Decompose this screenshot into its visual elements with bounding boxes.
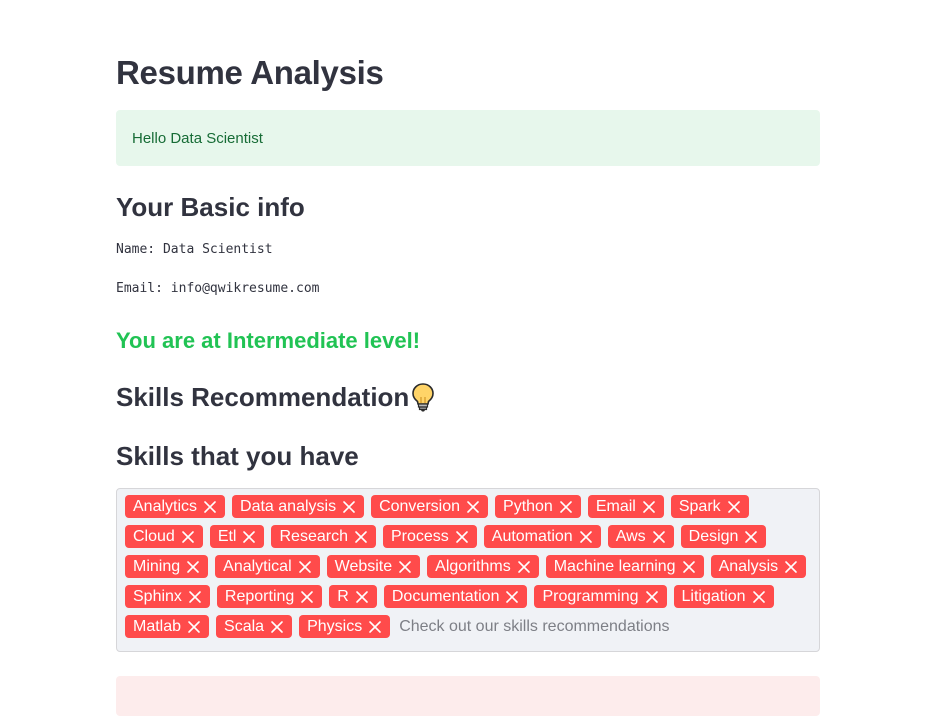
skill-tag-label: Matlab [133,617,182,635]
skill-tag-label: Website [334,557,393,575]
skill-tag: Programming [534,585,667,608]
skill-tag-label: Automation [491,527,573,545]
skill-tag-label: Spark [678,497,721,515]
skill-tag: Analytical [215,555,320,578]
remove-tag-icon[interactable] [187,620,201,634]
skill-tag-label: Etl [217,527,237,545]
skill-tag: Aws [607,525,674,548]
skill-tag: Research [271,525,376,548]
skill-tag-label: Machine learning [553,557,676,575]
skill-tag-label: Python [503,497,553,515]
skills-have-heading: Skills that you have [116,441,359,471]
remove-tag-icon[interactable] [642,500,656,514]
remove-tag-icon[interactable] [752,590,766,604]
remove-tag-icon[interactable] [181,530,195,544]
skills-recommendation-heading: Skills Recommendation [116,380,435,414]
error-alert [116,676,820,716]
remove-tag-icon[interactable] [354,530,368,544]
skill-tag-label: Scala [224,617,265,635]
skill-tag: Mining [125,555,209,578]
success-alert: Hello Data Scientist [116,110,820,166]
skill-tag-label: Process [390,527,449,545]
skill-tag-label: Litigation [681,587,746,605]
skills-multiselect[interactable]: Analytics Data analysis Conversion Python Em… [116,488,820,652]
skill-tag: Python [495,495,581,518]
skill-tag: Process [382,525,477,548]
skill-tag: R [329,585,377,608]
remove-tag-icon[interactable] [466,500,480,514]
remove-tag-icon[interactable] [203,500,217,514]
skill-tag-label: Physics [307,617,363,635]
remove-tag-icon[interactable] [188,590,202,604]
skill-tag: Data analysis [232,495,365,518]
skills-tags-container: Analytics Data analysis Conversion Python Em… [125,495,811,638]
remove-tag-icon[interactable] [652,530,666,544]
level-status: You are at Intermediate level! [116,328,421,353]
remove-tag-icon[interactable] [186,560,200,574]
skill-tag: Automation [483,525,601,548]
remove-tag-icon[interactable] [298,560,312,574]
skill-tag: Machine learning [545,555,704,578]
skill-tag: Spark [670,495,749,518]
skill-tag: Reporting [216,585,323,608]
skill-tag: Matlab [125,615,210,638]
skill-tag-label: Documentation [391,587,500,605]
skill-tag-label: Research [279,527,348,545]
skills-recommendation-label: Skills Recommendation [116,382,410,412]
basic-info-heading: Your Basic info [116,192,305,222]
remove-tag-icon[interactable] [784,560,798,574]
remove-tag-icon[interactable] [727,500,741,514]
skill-tag: Documentation [383,585,528,608]
skill-tag: Etl [209,525,265,548]
remove-tag-icon[interactable] [398,560,412,574]
remove-tag-icon[interactable] [579,530,593,544]
skill-tag: Scala [216,615,293,638]
remove-tag-icon[interactable] [559,500,573,514]
skill-tag-label: Analysis [718,557,779,575]
skill-tag: Algorithms [427,555,539,578]
remove-tag-icon[interactable] [242,530,256,544]
remove-tag-icon[interactable] [368,620,382,634]
skill-tag-label: Conversion [379,497,461,515]
skill-tag-label: Analytical [223,557,292,575]
remove-tag-icon[interactable] [455,530,469,544]
skill-tag: Analysis [710,555,807,578]
skill-tag-label: Email [595,497,636,515]
skill-tag: Conversion [371,495,489,518]
page-title: Resume Analysis [116,54,384,91]
skill-tag-label: Analytics [133,497,198,515]
remove-tag-icon[interactable] [355,590,369,604]
skill-tag-label: Reporting [224,587,295,605]
skill-tag-label: Mining [133,557,181,575]
skill-tag-label: Design [688,527,739,545]
skill-tag: Sphinx [125,585,210,608]
skill-tag-label: Sphinx [133,587,182,605]
skill-tag: Cloud [125,525,203,548]
skills-search-input[interactable] [397,615,692,638]
skill-tag-label: R [337,587,349,605]
skill-tag: Design [680,525,767,548]
remove-tag-icon[interactable] [517,560,531,574]
remove-tag-icon[interactable] [682,560,696,574]
remove-tag-icon[interactable] [744,530,758,544]
skill-tag: Email [587,495,664,518]
skill-tag: Litigation [673,585,774,608]
skill-tag: Physics [299,615,391,638]
skill-tag-label: Programming [542,587,639,605]
remove-tag-icon[interactable] [300,590,314,604]
skill-tag: Website [326,555,421,578]
skill-tag-label: Data analysis [240,497,337,515]
remove-tag-icon[interactable] [342,500,356,514]
email-line: Email: info@qwikresume.com [116,281,320,296]
skill-tag-label: Algorithms [435,557,511,575]
skill-tag-label: Cloud [133,527,175,545]
greeting-text: Hello Data Scientist [132,129,263,147]
name-line: Name: Data Scientist [116,242,273,257]
remove-tag-icon[interactable] [270,620,284,634]
lightbulb-icon [411,382,435,412]
skill-tag-label: Aws [615,527,646,545]
skill-tag: Analytics [125,495,226,518]
remove-tag-icon[interactable] [505,590,519,604]
remove-tag-icon[interactable] [645,590,659,604]
